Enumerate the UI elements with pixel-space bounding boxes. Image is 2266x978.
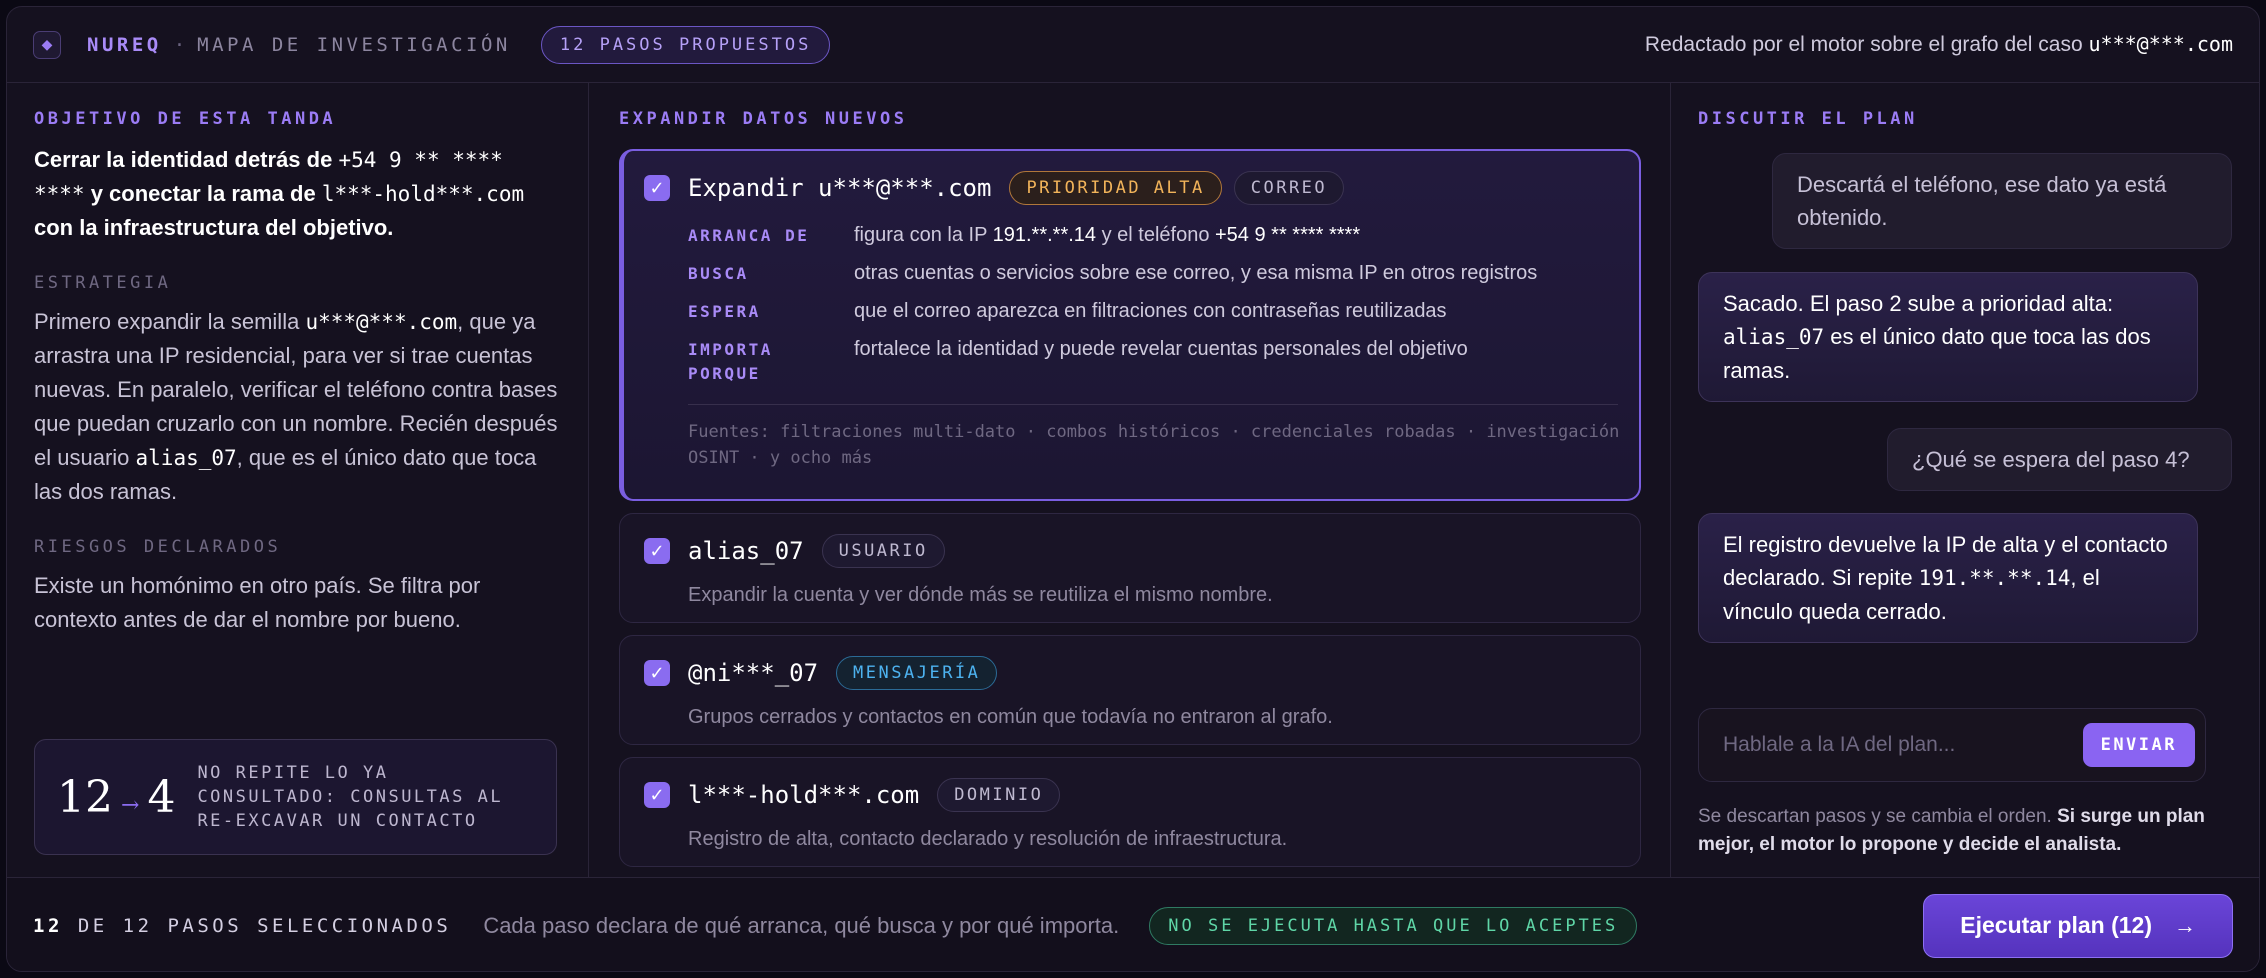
diamond-logo-icon: ◆: [33, 30, 61, 59]
strategy-seed: u***@***.com: [305, 310, 458, 334]
step-header: ✓ alias_07 USUARIO: [644, 534, 1618, 568]
checkbox-checked-icon[interactable]: ✓: [644, 782, 670, 808]
objective-domain: l***-hold***.com: [321, 182, 525, 206]
chat-composer: ENVIAR: [1698, 708, 2206, 782]
risks-heading: RIESGOS DECLARADOS: [34, 537, 282, 557]
strategy-heading: ESTRATEGIA: [34, 273, 172, 293]
case-email: u***@***.com: [2088, 32, 2234, 56]
objective-panel: OBJETIVO DE ESTA TANDA Cerrar la identid…: [7, 83, 589, 877]
bottom-bar: 12 DE 12 PASOS SELECCIONADOS Cada paso d…: [7, 877, 2259, 971]
query-savings-caption: NO REPITE LO YA CONSULTADO: CONSULTAS AL…: [197, 763, 504, 831]
expects-label: ESPERA: [688, 302, 761, 321]
not-executed-badge: NO SE EJECUTA HASTA QUE LO ACEPTES: [1149, 906, 1638, 945]
step-title-prefix: Expandir: [688, 173, 819, 202]
step-header: ✓ @ni***_07 MENSAJERÍA: [644, 656, 1618, 690]
matters-value: fortalece la identidad y puede revelar c…: [854, 338, 1468, 360]
risks-text: Existe un homónimo en otro país. Se filt…: [34, 573, 481, 632]
queries-before: 12: [57, 771, 113, 823]
chat-message-ai: Sacado. El paso 2 sube a prioridad alta:…: [1698, 272, 2198, 402]
step-title: alias_07: [688, 537, 804, 565]
type-badge-username: USUARIO: [821, 534, 945, 568]
strategy-part: Primero expandir la semilla: [34, 309, 306, 334]
seeks-label: BUSCA: [688, 264, 749, 283]
queries-after: 4: [147, 771, 176, 823]
chat-message-user: Descartá el teléfono, ese dato ya está o…: [1772, 153, 2232, 249]
starts-value: figura con la IP 191.**.**.14 y el teléf…: [854, 221, 1614, 249]
seeks-value: otras cuentas o servicios sobre ese corr…: [854, 262, 1538, 284]
type-badge-messaging: MENSAJERÍA: [836, 656, 998, 690]
brand-name: NUREQ: [87, 33, 162, 56]
step-sources: Fuentes: filtraciones multi-dato · combo…: [688, 422, 1620, 468]
selected-count-label: DE 12 PASOS SELECCIONADOS: [62, 914, 452, 937]
divider: [688, 404, 1618, 405]
page-subtitle: MAPA DE INVESTIGACIÓN: [197, 33, 511, 56]
step-description: Registro de alta, contacto declarado y r…: [688, 828, 1288, 850]
arrow-right-icon: →: [2174, 912, 2196, 938]
header-separator: ·: [173, 33, 186, 56]
note-part: Se descartan pasos y se cambia el orden.: [1698, 806, 2058, 827]
top-bar: ◆ NUREQ · MAPA DE INVESTIGACIÓN 12 PASOS…: [7, 7, 2259, 83]
step-details: ARRANCA DE figura con la IP 191.**.**.14…: [688, 221, 1617, 386]
arrow-right-icon: →: [121, 792, 140, 818]
starts-phone: +54 9 ** **** ****: [1215, 224, 1361, 246]
starts-ip: 191.**.**.14: [992, 224, 1097, 246]
checkbox-checked-icon[interactable]: ✓: [644, 660, 670, 686]
selected-count: 12 DE 12 PASOS SELECCIONADOS: [33, 915, 451, 937]
step-title: Expandir u***@***.com: [688, 174, 991, 203]
type-badge-email: CORREO: [1233, 171, 1345, 205]
step-card-username[interactable]: ✓ alias_07 USUARIO Expandir la cuenta y …: [619, 513, 1641, 623]
steps-panel: EXPANDIR DATOS NUEVOS ✓ Expandir u***@**…: [589, 83, 1671, 877]
step-card-messaging[interactable]: ✓ @ni***_07 MENSAJERÍA Grupos cerrados y…: [619, 635, 1641, 745]
step-header: ✓ Expandir u***@***.com PRIORIDAD ALTA C…: [644, 171, 1617, 205]
proposed-steps-badge: 12 PASOS PROPUESTOS: [540, 25, 831, 64]
type-badge-domain: DOMINIO: [937, 778, 1061, 812]
priority-high-badge: PRIORIDAD ALTA: [1009, 171, 1222, 205]
step-description: Expandir la cuenta y ver dónde más se re…: [688, 584, 1273, 606]
checkbox-checked-icon[interactable]: ✓: [644, 538, 670, 564]
chat-input[interactable]: [1723, 733, 2083, 757]
selected-count-number: 12: [33, 914, 63, 937]
query-savings-figure: 12 → 4: [57, 772, 175, 823]
checkbox-checked-icon[interactable]: ✓: [644, 175, 670, 201]
matters-label: IMPORTA PORQUE: [688, 340, 773, 383]
message-code: alias_07: [1723, 325, 1825, 349]
strategy-user: alias_07: [135, 446, 237, 470]
starts-label: ARRANCA DE: [688, 226, 810, 245]
chat-note: Se descartan pasos y se cambia el orden.…: [1698, 803, 2238, 859]
starts-part: y el teléfono: [1096, 224, 1215, 246]
strategy-text: Primero expandir la semilla u***@***.com…: [34, 305, 564, 509]
step-title: l***-hold***.com: [688, 781, 920, 809]
chat-panel: DISCUTIR EL PLAN Descartá el teléfono, e…: [1671, 83, 2259, 877]
message-part: Sacado. El paso 2 sube a prioridad alta:: [1723, 291, 2114, 316]
execute-plan-label: Ejecutar plan (12): [1960, 912, 2152, 938]
message-code: 191.**.**.14: [1918, 566, 2071, 590]
drafted-by-label: Redactado por el motor sobre el grafo de…: [1644, 33, 2083, 56]
objective-text: Cerrar la identidad detrás de +54 9 ** *…: [34, 143, 564, 245]
objective-part: Cerrar la identidad detrás de: [34, 147, 339, 172]
step-header: ✓ l***-hold***.com DOMINIO: [644, 778, 1618, 812]
step-description: Grupos cerrados y contactos en común que…: [688, 706, 1333, 728]
footer-description: Cada paso declara de qué arranca, qué bu…: [483, 912, 1120, 938]
chat-heading: DISCUTIR EL PLAN: [1698, 109, 1918, 129]
step-title-value: u***@***.com: [818, 173, 992, 202]
chat-message-ai: El registro devuelve la IP de alta y el …: [1698, 513, 2198, 643]
query-savings-card: 12 → 4 NO REPITE LO YA CONSULTADO: CONSU…: [34, 739, 557, 855]
expand-heading: EXPANDIR DATOS NUEVOS: [619, 109, 908, 129]
chat-message-user: ¿Qué se espera del paso 4?: [1887, 428, 2232, 491]
step-title: @ni***_07: [688, 659, 819, 687]
starts-part: figura con la IP: [854, 224, 993, 246]
execute-plan-button[interactable]: Ejecutar plan (12) →: [1923, 893, 2233, 958]
objective-part: y conectar la rama de: [84, 181, 322, 206]
objective-part: con la infraestructura del objetivo.: [34, 215, 394, 240]
objective-heading: OBJETIVO DE ESTA TANDA: [34, 109, 337, 129]
step-card-domain[interactable]: ✓ l***-hold***.com DOMINIO Registro de a…: [619, 757, 1641, 867]
app-window: ◆ NUREQ · MAPA DE INVESTIGACIÓN 12 PASOS…: [6, 6, 2260, 972]
drafted-by-text: Redactado por el motor sobre el grafo de…: [1645, 32, 2233, 57]
send-button[interactable]: ENVIAR: [2082, 723, 2195, 767]
step-card-email[interactable]: ✓ Expandir u***@***.com PRIORIDAD ALTA C…: [619, 149, 1641, 501]
expects-value: que el correo aparezca en filtraciones c…: [854, 300, 1447, 322]
